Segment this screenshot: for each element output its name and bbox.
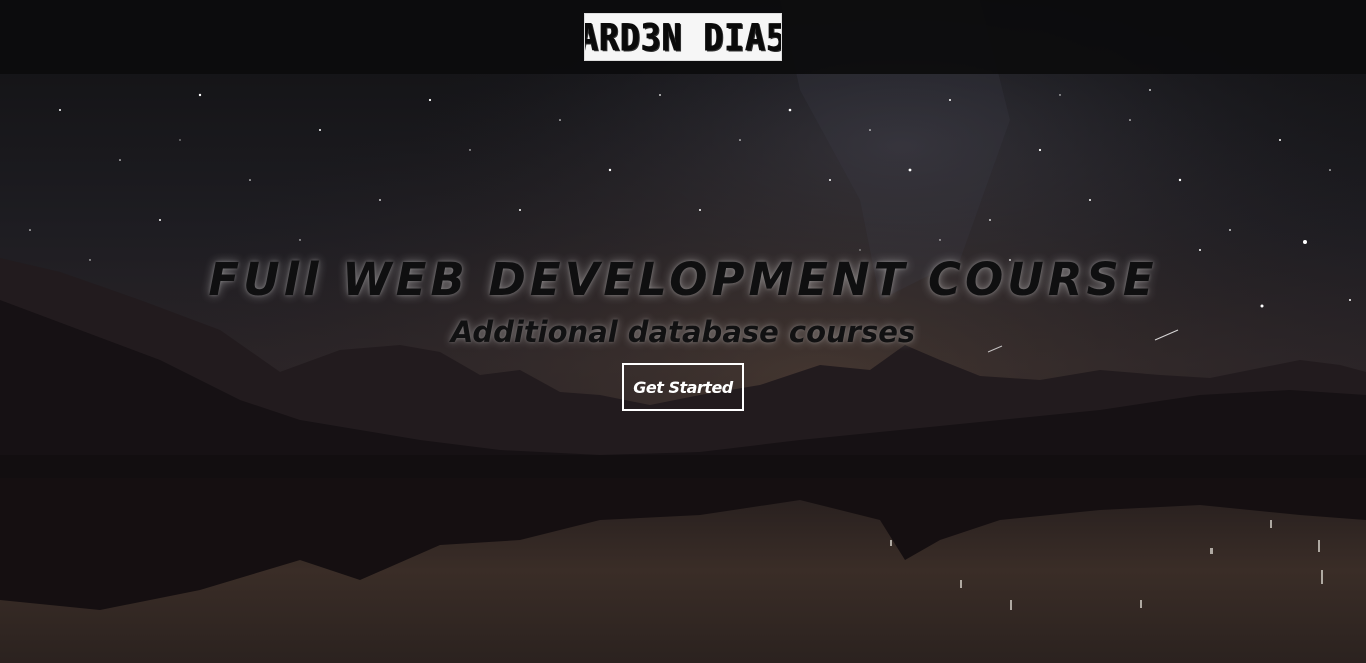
get-started-button[interactable]: Get Started: [622, 363, 744, 411]
hero-section: FUll WEB DEVELOPMENT COURSE Additional d…: [0, 250, 1366, 354]
top-navbar: ARD3N DIA5: [0, 0, 1366, 74]
hero-title: FUll WEB DEVELOPMENT COURSE: [208, 253, 1158, 306]
landing-page: ARD3N DIA5 FUll WEB DEVELOPMENT COURSE A…: [0, 0, 1366, 663]
logo-text: ARD3N DIA5: [584, 15, 782, 59]
site-logo[interactable]: ARD3N DIA5: [584, 13, 782, 61]
hero-subtitle: Additional database courses: [450, 315, 916, 349]
